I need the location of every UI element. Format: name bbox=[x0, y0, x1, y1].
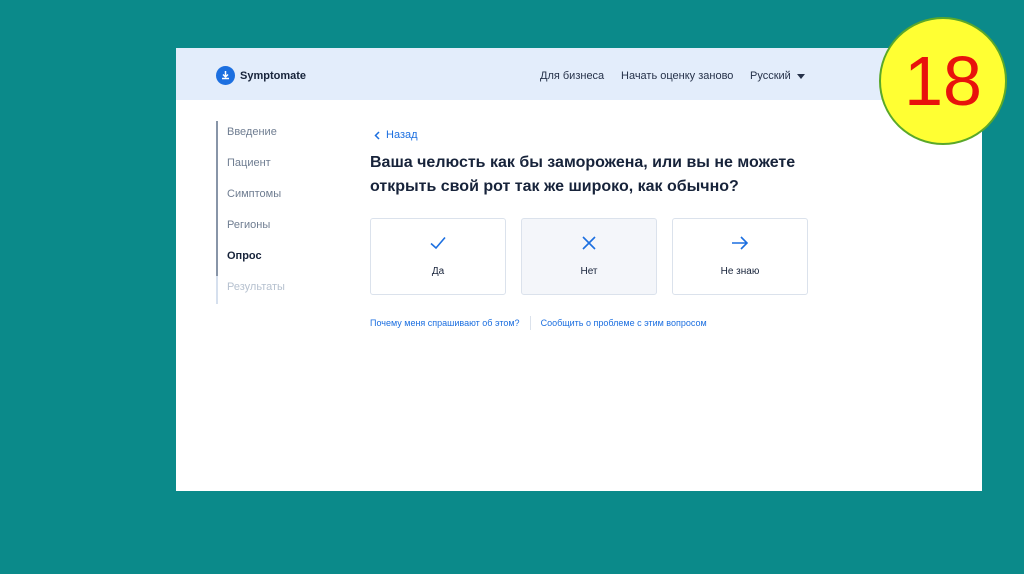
language-selector[interactable]: Русский bbox=[750, 70, 805, 82]
answer-yes-label: Да bbox=[431, 266, 445, 277]
nav-restart-link[interactable]: Начать оценку заново bbox=[621, 70, 733, 82]
answer-no-label: Нет bbox=[580, 266, 598, 277]
progress-sidebar: Введение Пациент Симптомы Регионы Опрос … bbox=[216, 121, 285, 304]
why-asked-link[interactable]: Почему меня спрашивают об этом? bbox=[370, 318, 520, 328]
help-links: Почему меня спрашивают об этом? Сообщить… bbox=[370, 316, 707, 330]
sidebar-item-regions[interactable]: Регионы bbox=[218, 214, 285, 245]
language-label: Русский bbox=[750, 70, 791, 82]
sidebar-item-symptoms[interactable]: Симптомы bbox=[218, 183, 285, 214]
brand-name: Symptomate bbox=[240, 69, 307, 82]
back-label: Назад bbox=[386, 129, 418, 141]
top-navigation-bar: Symptomate Для бизнеса Начать оценку зан… bbox=[176, 48, 982, 100]
back-button[interactable]: Назад bbox=[374, 129, 418, 141]
answer-dont-know-button[interactable]: Не знаю bbox=[672, 218, 808, 295]
check-icon bbox=[430, 236, 446, 250]
chevron-down-icon bbox=[796, 73, 805, 79]
answer-no-button[interactable]: Нет bbox=[521, 218, 657, 295]
brand-logo[interactable]: Symptomate bbox=[216, 66, 306, 85]
answer-options: Да Нет Не знаю bbox=[370, 218, 823, 295]
sidebar-item-intro[interactable]: Введение bbox=[218, 121, 285, 152]
nav-for-business-link[interactable]: Для бизнеса bbox=[540, 70, 604, 82]
sidebar-item-patient[interactable]: Пациент bbox=[218, 152, 285, 183]
sidebar-item-survey[interactable]: Опрос bbox=[218, 245, 285, 276]
answer-yes-button[interactable]: Да bbox=[370, 218, 506, 295]
report-problem-link[interactable]: Сообщить о проблеме с этим вопросом bbox=[541, 318, 707, 328]
cross-icon bbox=[582, 236, 596, 250]
slide-number-badge: 18 bbox=[879, 17, 1007, 145]
symptomate-logo-icon bbox=[216, 66, 235, 85]
question-text: Ваша челюсть как бы заморожена, или вы н… bbox=[370, 154, 796, 195]
arrow-right-icon bbox=[732, 236, 749, 250]
link-divider bbox=[529, 316, 531, 330]
answer-dont-know-label: Не знаю bbox=[720, 266, 760, 277]
browser-screen: Symptomate Для бизнеса Начать оценку зан… bbox=[176, 48, 982, 491]
chevron-left-icon bbox=[374, 130, 380, 140]
sidebar-item-results: Результаты bbox=[227, 281, 285, 293]
